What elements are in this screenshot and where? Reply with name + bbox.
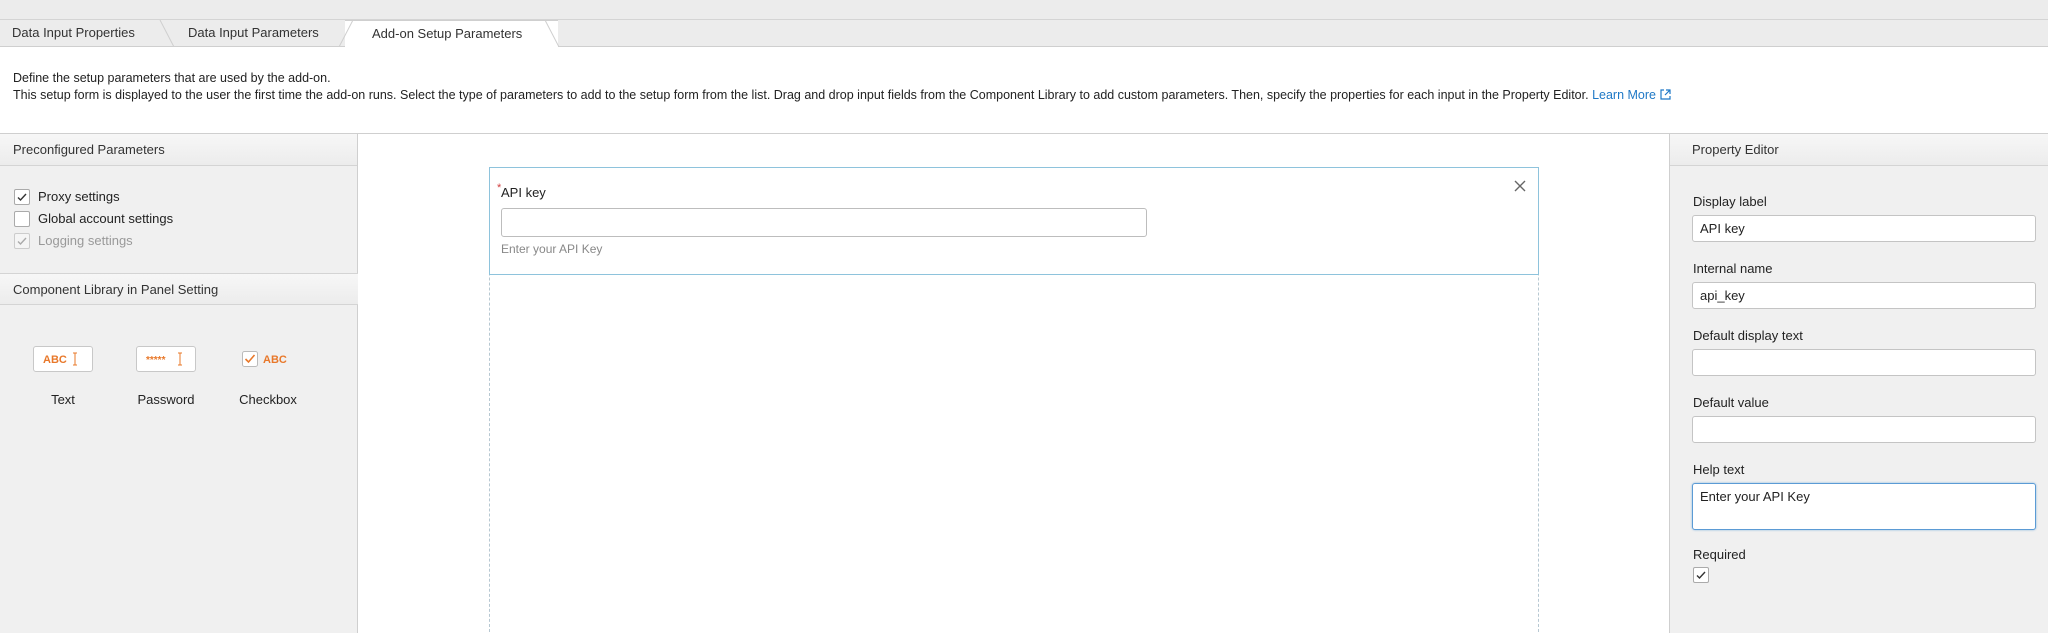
help-text-textarea[interactable]: Enter your API Key	[1692, 483, 2036, 530]
password-field-glyph: *****	[146, 352, 182, 366]
setup-form-canvas[interactable]: * API key Enter your API Key	[359, 134, 1669, 633]
logging-settings-label: Logging settings	[38, 233, 133, 248]
external-link-icon	[1660, 89, 1671, 100]
default-display-text-input[interactable]	[1692, 349, 2036, 376]
global-account-settings-option[interactable]: Global account settings	[14, 209, 173, 229]
global-account-settings-checkbox[interactable]	[14, 211, 30, 227]
logging-settings-checkbox	[14, 233, 30, 249]
text-icon-text: ABC	[43, 354, 67, 366]
default-value-label: Default value	[1693, 395, 1769, 410]
display-label-label: Display label	[1693, 194, 1767, 209]
field-label: API key	[501, 185, 546, 200]
field-help-text: Enter your API Key	[501, 242, 603, 256]
left-panel: Preconfigured Parameters Proxy settings …	[0, 134, 358, 633]
tab-label: Add-on Setup Parameters	[372, 26, 523, 41]
checkbox-field-glyph: ABC	[242, 351, 287, 367]
learn-more-label: Learn More	[1592, 88, 1656, 102]
tab-data-input-properties[interactable]: Data Input Properties	[0, 20, 170, 47]
tab-add-on-setup-parameters[interactable]: Add-on Setup Parameters	[345, 20, 558, 48]
component-library-header: Component Library in Panel Setting	[0, 273, 358, 305]
tab-label: Data Input Properties	[12, 25, 135, 40]
checkbox-component-label: Checkbox	[239, 392, 297, 407]
description-line-1: Define the setup parameters that are use…	[13, 71, 331, 85]
proxy-settings-option[interactable]: Proxy settings	[14, 187, 120, 207]
help-text-label: Help text	[1693, 462, 1745, 477]
checkbox-icon-text: ABC	[263, 354, 287, 366]
top-strip	[0, 0, 2048, 20]
checkmark-icon	[17, 237, 27, 246]
description-text: This setup form is displayed to the user…	[13, 88, 1589, 102]
password-component-label: Password	[137, 392, 195, 407]
default-display-text-label: Default display text	[1693, 328, 1803, 343]
text-field-glyph: ABC	[43, 352, 77, 366]
checkbox-component[interactable]: ABC Checkbox	[228, 346, 308, 407]
description-line-2: This setup form is displayed to the user…	[13, 87, 1671, 104]
learn-more-link[interactable]: Learn More	[1592, 88, 1671, 102]
internal-name-input[interactable]: api_key	[1692, 282, 2036, 309]
api-key-input-preview[interactable]	[501, 208, 1147, 237]
logging-settings-option: Logging settings	[14, 231, 133, 251]
preconfigured-parameters-header: Preconfigured Parameters	[0, 134, 357, 166]
tab-data-input-parameters[interactable]: Data Input Parameters	[168, 20, 348, 47]
close-icon[interactable]	[1512, 178, 1528, 194]
display-label-input[interactable]: API key	[1692, 215, 2036, 242]
text-field-icon: ABC	[33, 346, 93, 372]
checkbox-field-icon: ABC	[238, 346, 298, 372]
required-label: Required	[1693, 547, 1746, 562]
tab-separator	[544, 20, 560, 47]
internal-name-label: Internal name	[1693, 261, 1773, 276]
property-editor-panel: Property Editor Display label API key In…	[1669, 134, 2048, 633]
property-editor-header: Property Editor	[1670, 134, 2048, 166]
default-value-input[interactable]	[1692, 416, 2036, 443]
required-checkbox[interactable]	[1693, 567, 1709, 583]
proxy-settings-label: Proxy settings	[38, 189, 120, 204]
text-component-label: Text	[51, 392, 75, 407]
password-field-icon: *****	[136, 346, 196, 372]
tab-separator	[338, 20, 354, 47]
checkmark-icon	[1696, 571, 1706, 580]
checkmark-icon	[17, 193, 27, 202]
api-key-field-card[interactable]: * API key Enter your API Key	[489, 167, 1539, 275]
component-library-section: Component Library in Panel Setting	[0, 273, 358, 305]
password-icon-text: *****	[146, 355, 166, 366]
proxy-settings-checkbox[interactable]	[14, 189, 30, 205]
global-account-settings-label: Global account settings	[38, 211, 174, 226]
password-component[interactable]: ***** Password	[126, 346, 206, 407]
page-description: Define the setup parameters that are use…	[13, 70, 1671, 104]
text-component[interactable]: ABC Text	[23, 346, 103, 407]
tab-label: Data Input Parameters	[188, 25, 319, 40]
tab-bar: Data Input Properties Data Input Paramet…	[0, 20, 2048, 48]
